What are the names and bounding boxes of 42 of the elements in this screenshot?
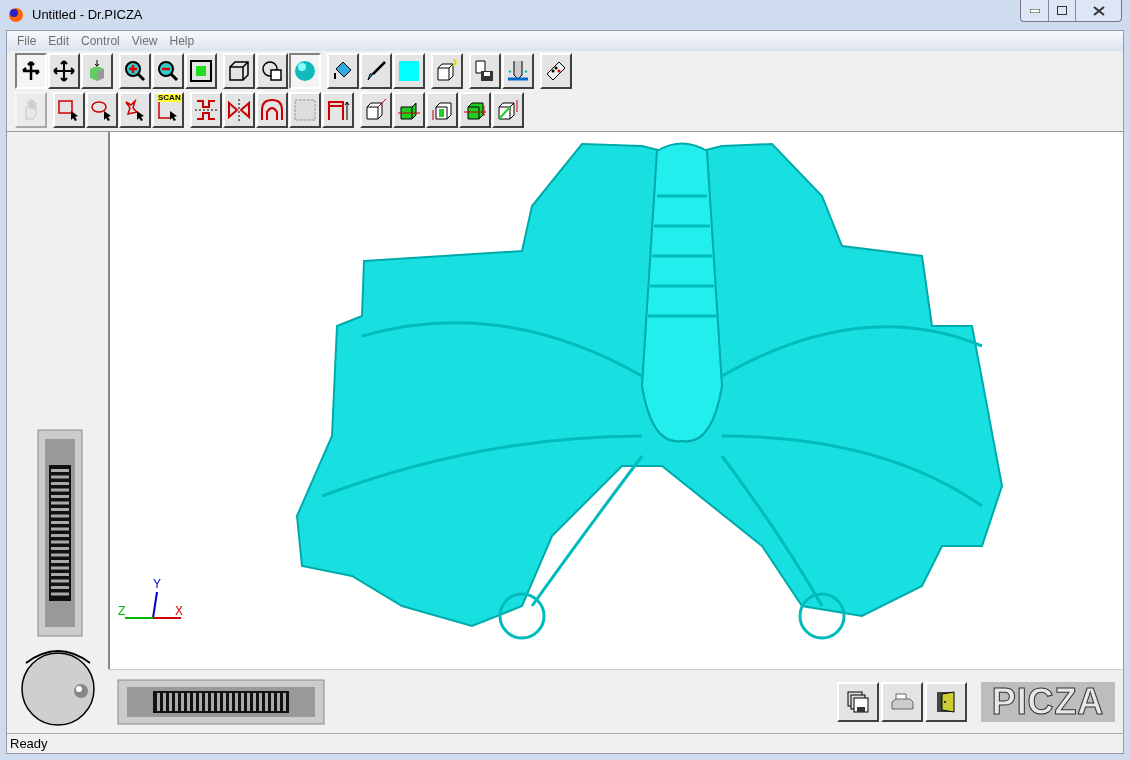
overlapping-shapes-icon [260,59,284,83]
dotted-square-icon [293,98,317,122]
app-icon [8,7,24,23]
window-title: Untitled - Dr.PICZA [32,6,143,25]
color-swatch-icon [397,59,421,83]
move-arrows-icon [52,59,76,83]
menu-item[interactable]: Help [163,32,201,50]
zoom-in-icon [123,59,147,83]
close-icon [1092,5,1105,16]
menu-item[interactable]: File [11,32,43,50]
menu-item[interactable]: Control [75,32,126,50]
door-icon [934,689,958,714]
arch-icon [260,98,284,122]
toolbar-button[interactable] [15,53,47,89]
cube-scale-icon [496,98,520,122]
cube-arrow-icon [364,98,388,122]
toolbar-button[interactable]: SCAN [152,92,184,128]
mirror-icon [227,98,251,122]
wireframe-cube-icon [227,59,251,83]
floppy-disks-icon [846,689,870,714]
icon-label: SCAN [158,94,181,102]
scanner-icon [506,59,530,83]
status-text: Ready [10,734,48,753]
vertical-jog-wheel-drawing[interactable] [36,429,83,637]
maximize-icon [1057,6,1067,15]
fit-screen-icon [189,59,213,83]
split-icon [194,98,218,122]
menu-item[interactable]: Edit [42,32,76,50]
zoom-out-icon [156,59,180,83]
remote-control-icon [544,59,568,83]
minimize-icon [1029,8,1040,13]
axis-label: Y [153,578,161,590]
logo: PICZA [981,681,1115,722]
frame-arrow-icon [326,98,350,122]
cube-question-icon [435,59,459,83]
3d-viewport[interactable]: Y Z X [108,132,1123,669]
axis-label: X [175,605,183,617]
shaded-sphere-icon [293,59,317,83]
paintbrush-icon [364,59,388,83]
horizontal-jog-wheel-drawing[interactable] [117,678,325,725]
menu-item[interactable]: View [125,32,164,50]
axis-label: Z [118,605,126,617]
